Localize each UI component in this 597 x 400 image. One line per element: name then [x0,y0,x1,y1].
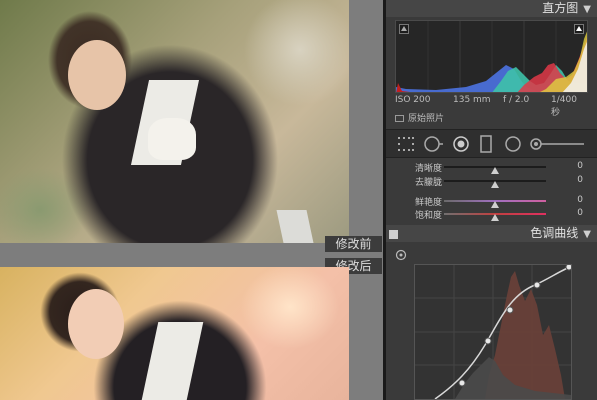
tone-curve-title: 色调曲线 [530,226,579,240]
highlight-clipping-icon[interactable] [574,24,584,34]
after-photo[interactable] [0,267,349,400]
portrait-face [68,40,126,110]
clarity-slider[interactable] [444,166,546,174]
clarity-thumb[interactable] [491,167,499,174]
tone-curve-collapse-icon[interactable]: ▼ [583,226,591,243]
adjust-row-saturation-label: 饱和度 [414,211,442,221]
exif-info: ISO 200 135 mm f / 2.0 1/400 秒 [395,95,588,118]
adjust-row-dehaze: 去朦胧 0 [386,175,597,188]
saturation-value[interactable]: 0 [577,208,583,218]
panel-switch-icon[interactable] [389,230,398,239]
adjust-row-dehaze-label: 去朦胧 [414,178,442,188]
sleeve-cuff [276,210,314,243]
before-label: 修改前 [325,236,382,252]
portrait-face-after [68,289,124,359]
adjust-row-saturation: 饱和度 0 [386,208,597,221]
grid-icon[interactable] [398,137,414,151]
tone-curve-graph[interactable] [414,263,573,400]
adjustment-brush-icon[interactable] [530,137,586,151]
lightroom-develop-window: 修改前 修改后 直方图 ▼ ISO 200 135 mm f / 2.0 1/4… [0,0,597,400]
target-adjust-icon[interactable] [395,249,407,261]
adjust-row-clarity: 清晰度 0 [386,161,597,174]
before-photo[interactable] [0,0,349,243]
exif-shutter: 1/400 秒 [551,95,577,118]
exif-aperture: f / 2.0 [503,95,530,105]
bow-tie [148,118,196,160]
original-photo-toggle[interactable]: 原始照片 [395,111,444,124]
adjust-row-vibrance-label: 鲜艳度 [414,198,442,208]
shadow-clipping-icon[interactable] [399,24,409,34]
vibrance-thumb[interactable] [491,201,499,208]
graduated-filter-icon[interactable] [480,135,492,153]
red-eye-icon[interactable] [452,135,470,153]
histogram-graph [395,20,588,93]
sailor-collar-after [141,322,204,400]
spot-removal-icon[interactable] [424,135,444,153]
develop-panel: 直方图 ▼ ISO 200 135 mm f / 2.0 1/400 秒 原始照… [386,0,597,400]
dehaze-value[interactable]: 0 [577,175,583,185]
vibrance-value[interactable]: 0 [577,195,583,205]
dehaze-slider[interactable] [444,180,546,188]
dehaze-thumb[interactable] [491,181,499,188]
adjust-row-clarity-label: 清晰度 [414,164,442,174]
histogram-title: 直方图 [542,1,579,15]
clarity-value[interactable]: 0 [577,161,583,171]
adjust-row-vibrance: 鲜艳度 0 [386,195,597,208]
radial-filter-icon[interactable] [504,135,522,153]
vibrance-slider[interactable] [444,200,546,208]
tool-strip [386,129,597,158]
exif-iso: ISO 200 [395,95,431,105]
histogram-header[interactable]: 直方图 ▼ [386,0,597,17]
original-photo-label: 原始照片 [408,114,445,124]
tone-curve-plot[interactable] [415,263,573,400]
compare-view: 修改前 修改后 [0,0,383,400]
original-photo-checkbox[interactable] [395,115,404,122]
tone-curve-header[interactable]: 色调曲线 ▼ [386,225,597,242]
collapse-triangle-icon[interactable]: ▼ [583,1,591,18]
exif-focal: 135 mm [453,95,491,105]
saturation-slider[interactable] [444,213,546,221]
histogram-plot [396,21,587,92]
saturation-thumb[interactable] [491,214,499,221]
